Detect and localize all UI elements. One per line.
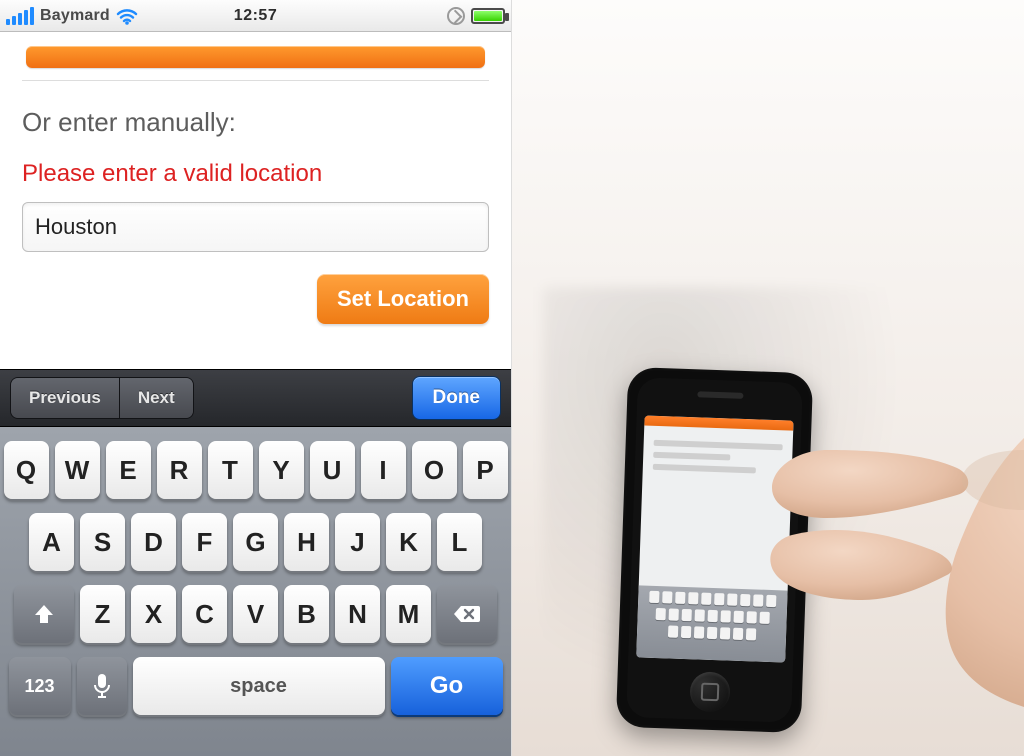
key-m[interactable]: M <box>386 585 431 643</box>
key-l[interactable]: L <box>437 513 482 571</box>
context-photo <box>512 0 1024 756</box>
key-d[interactable]: D <box>131 513 176 571</box>
previous-button[interactable]: Previous <box>11 378 119 418</box>
key-x[interactable]: X <box>131 585 176 643</box>
mic-key[interactable] <box>77 657 127 715</box>
photo-hand <box>722 300 1024 756</box>
space-key[interactable]: space <box>133 657 385 715</box>
key-b[interactable]: B <box>284 585 329 643</box>
key-a[interactable]: A <box>29 513 74 571</box>
keyboard-row-2: A S D F G H J K L <box>6 513 505 571</box>
iphone-screenshot: Baymard 12:57 Or enter manually: Please … <box>0 0 512 756</box>
wifi-icon <box>116 7 138 25</box>
backspace-key[interactable] <box>437 585 497 643</box>
key-f[interactable]: F <box>182 513 227 571</box>
key-g[interactable]: G <box>233 513 278 571</box>
key-c[interactable]: C <box>182 585 227 643</box>
header-ribbon <box>26 46 485 68</box>
ios-keyboard: Q W E R T Y U I O P A S D F G H J K L <box>0 427 511 756</box>
numbers-key[interactable]: 123 <box>9 657 71 715</box>
status-bar: Baymard 12:57 <box>0 0 511 32</box>
key-t[interactable]: T <box>208 441 253 499</box>
key-n[interactable]: N <box>335 585 380 643</box>
key-z[interactable]: Z <box>80 585 125 643</box>
page-content: Or enter manually: Please enter a valid … <box>0 32 511 324</box>
manual-entry-label: Or enter manually: <box>22 107 489 138</box>
keyboard-row-4: 123 space Go <box>6 657 505 715</box>
key-w[interactable]: W <box>55 441 100 499</box>
prev-next-segmented: Previous Next <box>10 377 194 419</box>
key-q[interactable]: Q <box>4 441 49 499</box>
key-s[interactable]: S <box>80 513 125 571</box>
key-v[interactable]: V <box>233 585 278 643</box>
key-o[interactable]: O <box>412 441 457 499</box>
key-h[interactable]: H <box>284 513 329 571</box>
key-j[interactable]: J <box>335 513 380 571</box>
next-button[interactable]: Next <box>119 378 193 418</box>
key-y[interactable]: Y <box>259 441 304 499</box>
go-key[interactable]: Go <box>391 657 503 715</box>
key-e[interactable]: E <box>106 441 151 499</box>
signal-bars-icon <box>6 7 34 25</box>
location-input[interactable] <box>22 202 489 252</box>
carrier-label: Baymard <box>40 7 110 25</box>
key-u[interactable]: U <box>310 441 355 499</box>
key-p[interactable]: P <box>463 441 508 499</box>
keyboard-row-1: Q W E R T Y U I O P <box>6 441 505 499</box>
validation-error: Please enter a valid location <box>22 160 489 188</box>
shift-key[interactable] <box>14 585 74 643</box>
sync-icon <box>447 7 465 25</box>
key-i[interactable]: I <box>361 441 406 499</box>
battery-icon <box>471 8 505 24</box>
status-time: 12:57 <box>234 7 277 25</box>
key-k[interactable]: K <box>386 513 431 571</box>
done-button[interactable]: Done <box>412 376 502 420</box>
set-location-button[interactable]: Set Location <box>317 274 489 324</box>
keyboard-row-3: Z X C V B N M <box>6 585 505 643</box>
key-r[interactable]: R <box>157 441 202 499</box>
divider <box>22 80 489 81</box>
form-assistant-bar: Previous Next Done <box>0 369 511 427</box>
